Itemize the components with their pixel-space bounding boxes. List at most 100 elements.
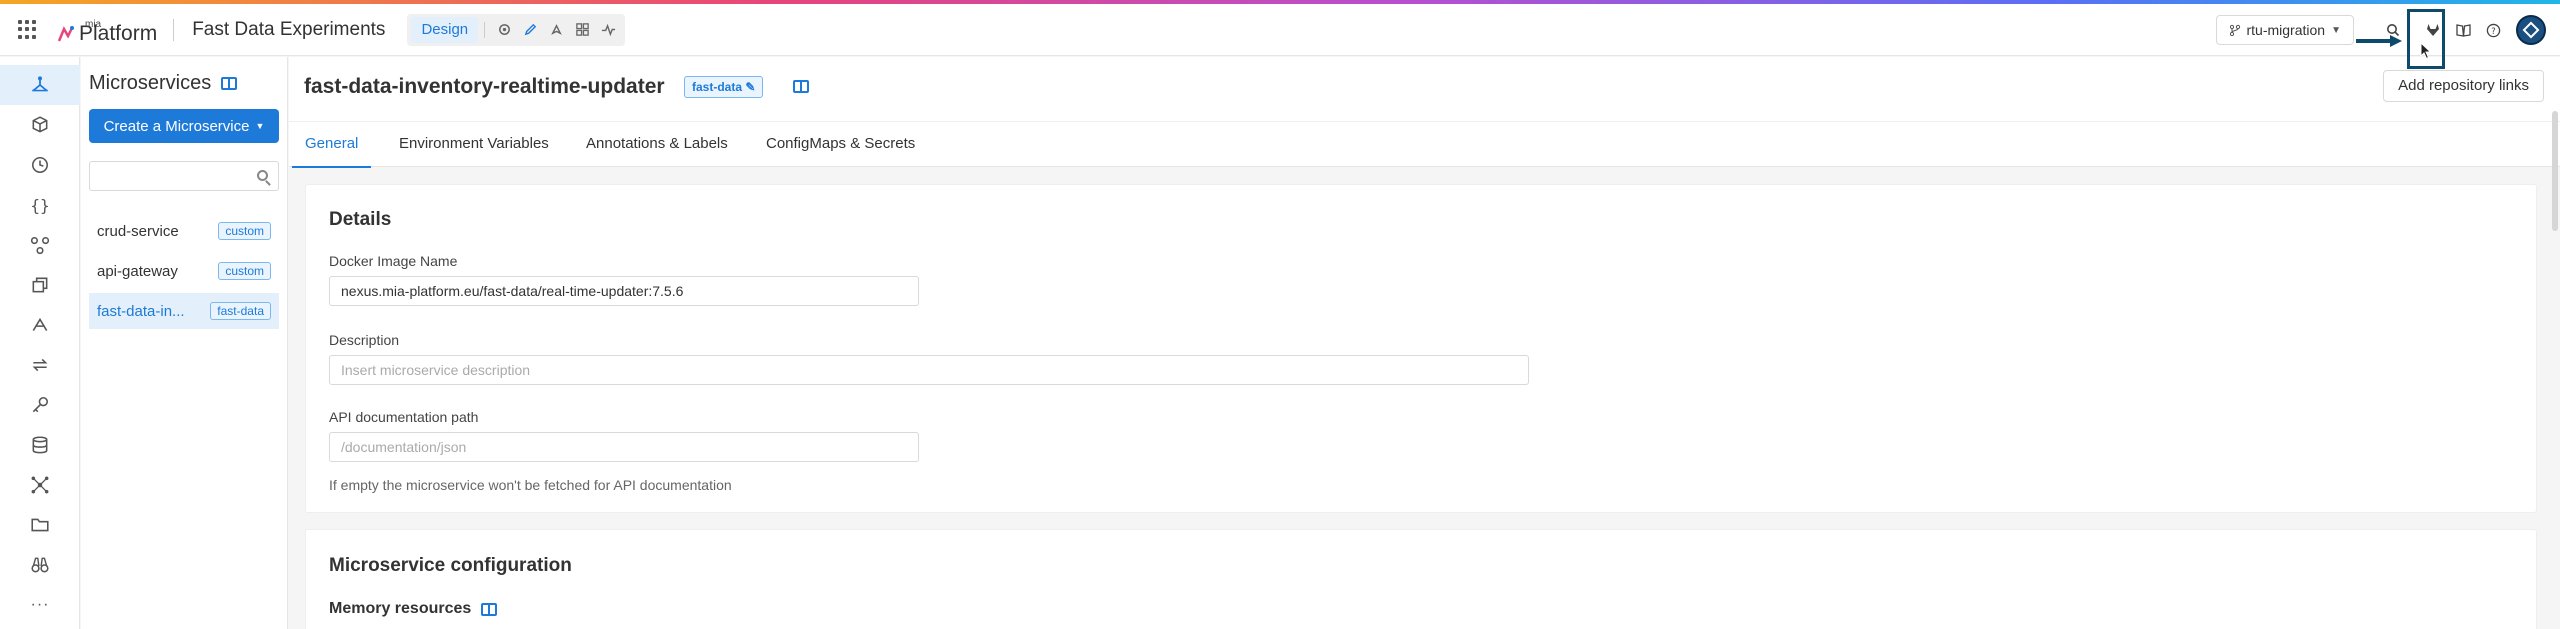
svg-text:?: ? (2491, 25, 2495, 35)
project-title[interactable]: Fast Data Experiments (192, 19, 385, 41)
docker-image-field[interactable]: nexus.mia-platform.eu/fast-data/real-tim… (329, 276, 919, 306)
tab-general[interactable]: General (292, 122, 372, 168)
rocket-icon[interactable] (543, 17, 569, 43)
list-item-label: crud-service (97, 222, 179, 240)
memory-resources-label: Memory resources (329, 600, 472, 617)
sidebar-item-folder[interactable] (0, 505, 80, 545)
sidebar-item-history[interactable] (0, 145, 80, 185)
list-item-label: api-gateway (97, 262, 178, 280)
api-doc-path-label: API documentation path (329, 409, 479, 425)
sidebar-item-binoculars[interactable] (0, 545, 80, 585)
book-icon[interactable] (221, 77, 238, 90)
apps-grid-icon[interactable] (18, 19, 38, 40)
more-icon: ··· (30, 596, 50, 613)
edit-pencil-icon: ✎ (745, 80, 756, 94)
docker-image-label: Docker Image Name (329, 253, 458, 269)
tab-annotations-labels[interactable]: Annotations & Labels (586, 122, 728, 168)
sidebar-item-deploy[interactable] (0, 305, 80, 345)
list-item-tag: custom (218, 262, 271, 280)
help-icon[interactable]: ? (2478, 15, 2508, 45)
description-field[interactable]: Insert microservice description (329, 355, 1529, 385)
annotation-highlight-box (2407, 9, 2445, 69)
list-item[interactable]: api-gateway custom (89, 253, 279, 289)
copy-icon (32, 277, 48, 293)
add-repository-links-button[interactable]: Add repository links (2383, 70, 2544, 102)
documentation-book-icon[interactable] (2448, 15, 2478, 45)
memory-resources-heading: Memory resources (329, 600, 498, 618)
header-actions: rtu-migration ▼ ? (2215, 4, 2560, 56)
list-item[interactable]: crud-service custom (89, 213, 279, 249)
scrollbar[interactable] (2552, 111, 2558, 231)
sidebar-item-sync[interactable] (0, 345, 80, 385)
cube-icon (32, 116, 48, 133)
api-doc-help-text: If empty the microservice won't be fetch… (329, 477, 732, 493)
type-badge-label: fast-data (692, 80, 743, 94)
database-icon (32, 436, 48, 454)
sidebar-item-copy[interactable] (0, 265, 80, 305)
branch-selector[interactable]: rtu-migration ▼ (2215, 15, 2354, 45)
mode-switcher: Design (407, 13, 626, 46)
sidebar-item-microservices[interactable] (0, 225, 80, 265)
detail-body: Details Docker Image Name nexus.mia-plat… (289, 168, 2560, 629)
sidebar-item-cube[interactable] (0, 105, 80, 145)
details-card: Details Docker Image Name nexus.mia-plat… (305, 184, 2537, 513)
tab-configmaps-secrets[interactable]: ConfigMaps & Secrets (766, 122, 915, 168)
mode-divider (484, 21, 486, 38)
key-icon (32, 397, 48, 413)
page-title: fast-data-inventory-realtime-updater (304, 75, 665, 98)
sync-icon (32, 358, 48, 372)
logo-prefix: mia (85, 18, 102, 30)
list-item-tag: fast-data (210, 302, 271, 320)
config-heading: Microservice configuration (329, 555, 572, 576)
design-icon (32, 76, 48, 92)
binoculars-icon (31, 557, 49, 573)
annotation-arrow-icon (2356, 35, 2402, 47)
dashboard-icon[interactable] (569, 17, 595, 43)
sidebar-item-keys[interactable] (0, 385, 80, 425)
details-heading: Details (329, 209, 392, 230)
create-button-label: Create a Microservice (103, 117, 250, 135)
sidebar-item-network[interactable] (0, 465, 80, 505)
sidebar-item-design[interactable] (0, 65, 80, 105)
microservices-list-pane: Microservices Create a Microservice ▼ cr… (81, 57, 288, 629)
branch-icon (2229, 24, 2240, 36)
sidebar-item-database[interactable] (0, 425, 80, 465)
list-title: Microservices (89, 72, 238, 95)
api-doc-path-field[interactable]: /documentation/json (329, 432, 919, 462)
sidebar-item-endpoints[interactable]: {} (0, 185, 80, 225)
detail-header: fast-data-inventory-realtime-updater fas… (289, 57, 2560, 121)
logo-mark-icon (57, 25, 74, 41)
braces-icon: {} (30, 195, 50, 215)
chevron-down-icon: ▼ (255, 121, 265, 131)
header-divider (173, 18, 175, 41)
config-card: Microservice configuration Memory resour… (305, 529, 2537, 629)
mia-platform-logo[interactable]: mia Platform (56, 16, 157, 44)
monitoring-icon[interactable] (595, 17, 621, 43)
list-item-label: fast-data-in... (97, 302, 185, 320)
deploy-icon (32, 317, 48, 331)
description-label: Description (329, 332, 400, 348)
nodes-icon (30, 237, 50, 255)
tab-environment-variables[interactable]: Environment Variables (399, 122, 549, 168)
list-title-text: Microservices (89, 72, 212, 94)
book-icon[interactable] (481, 602, 498, 616)
user-avatar[interactable] (2516, 15, 2546, 45)
left-sidebar: {} ··· (0, 57, 80, 629)
sidebar-item-more[interactable]: ··· (0, 585, 80, 625)
pencil-icon[interactable] (517, 17, 543, 43)
search-input[interactable] (89, 161, 279, 191)
folder-icon (31, 518, 49, 532)
type-badge[interactable]: fast-data ✎ (684, 76, 764, 98)
create-microservice-button[interactable]: Create a Microservice ▼ (89, 109, 279, 143)
list-item-tag: custom (218, 222, 271, 240)
mouse-cursor-icon (2420, 42, 2432, 60)
design-mode-button[interactable]: Design (411, 16, 479, 43)
book-icon[interactable] (793, 80, 809, 93)
chevron-down-icon: ▼ (2331, 24, 2341, 36)
search-icon (257, 170, 268, 181)
list-item-selected[interactable]: fast-data-in... fast-data (89, 293, 279, 329)
settings-icon[interactable] (491, 17, 517, 43)
branch-name: rtu-migration (2246, 22, 2326, 38)
network-icon (31, 476, 49, 494)
history-icon (32, 157, 48, 173)
